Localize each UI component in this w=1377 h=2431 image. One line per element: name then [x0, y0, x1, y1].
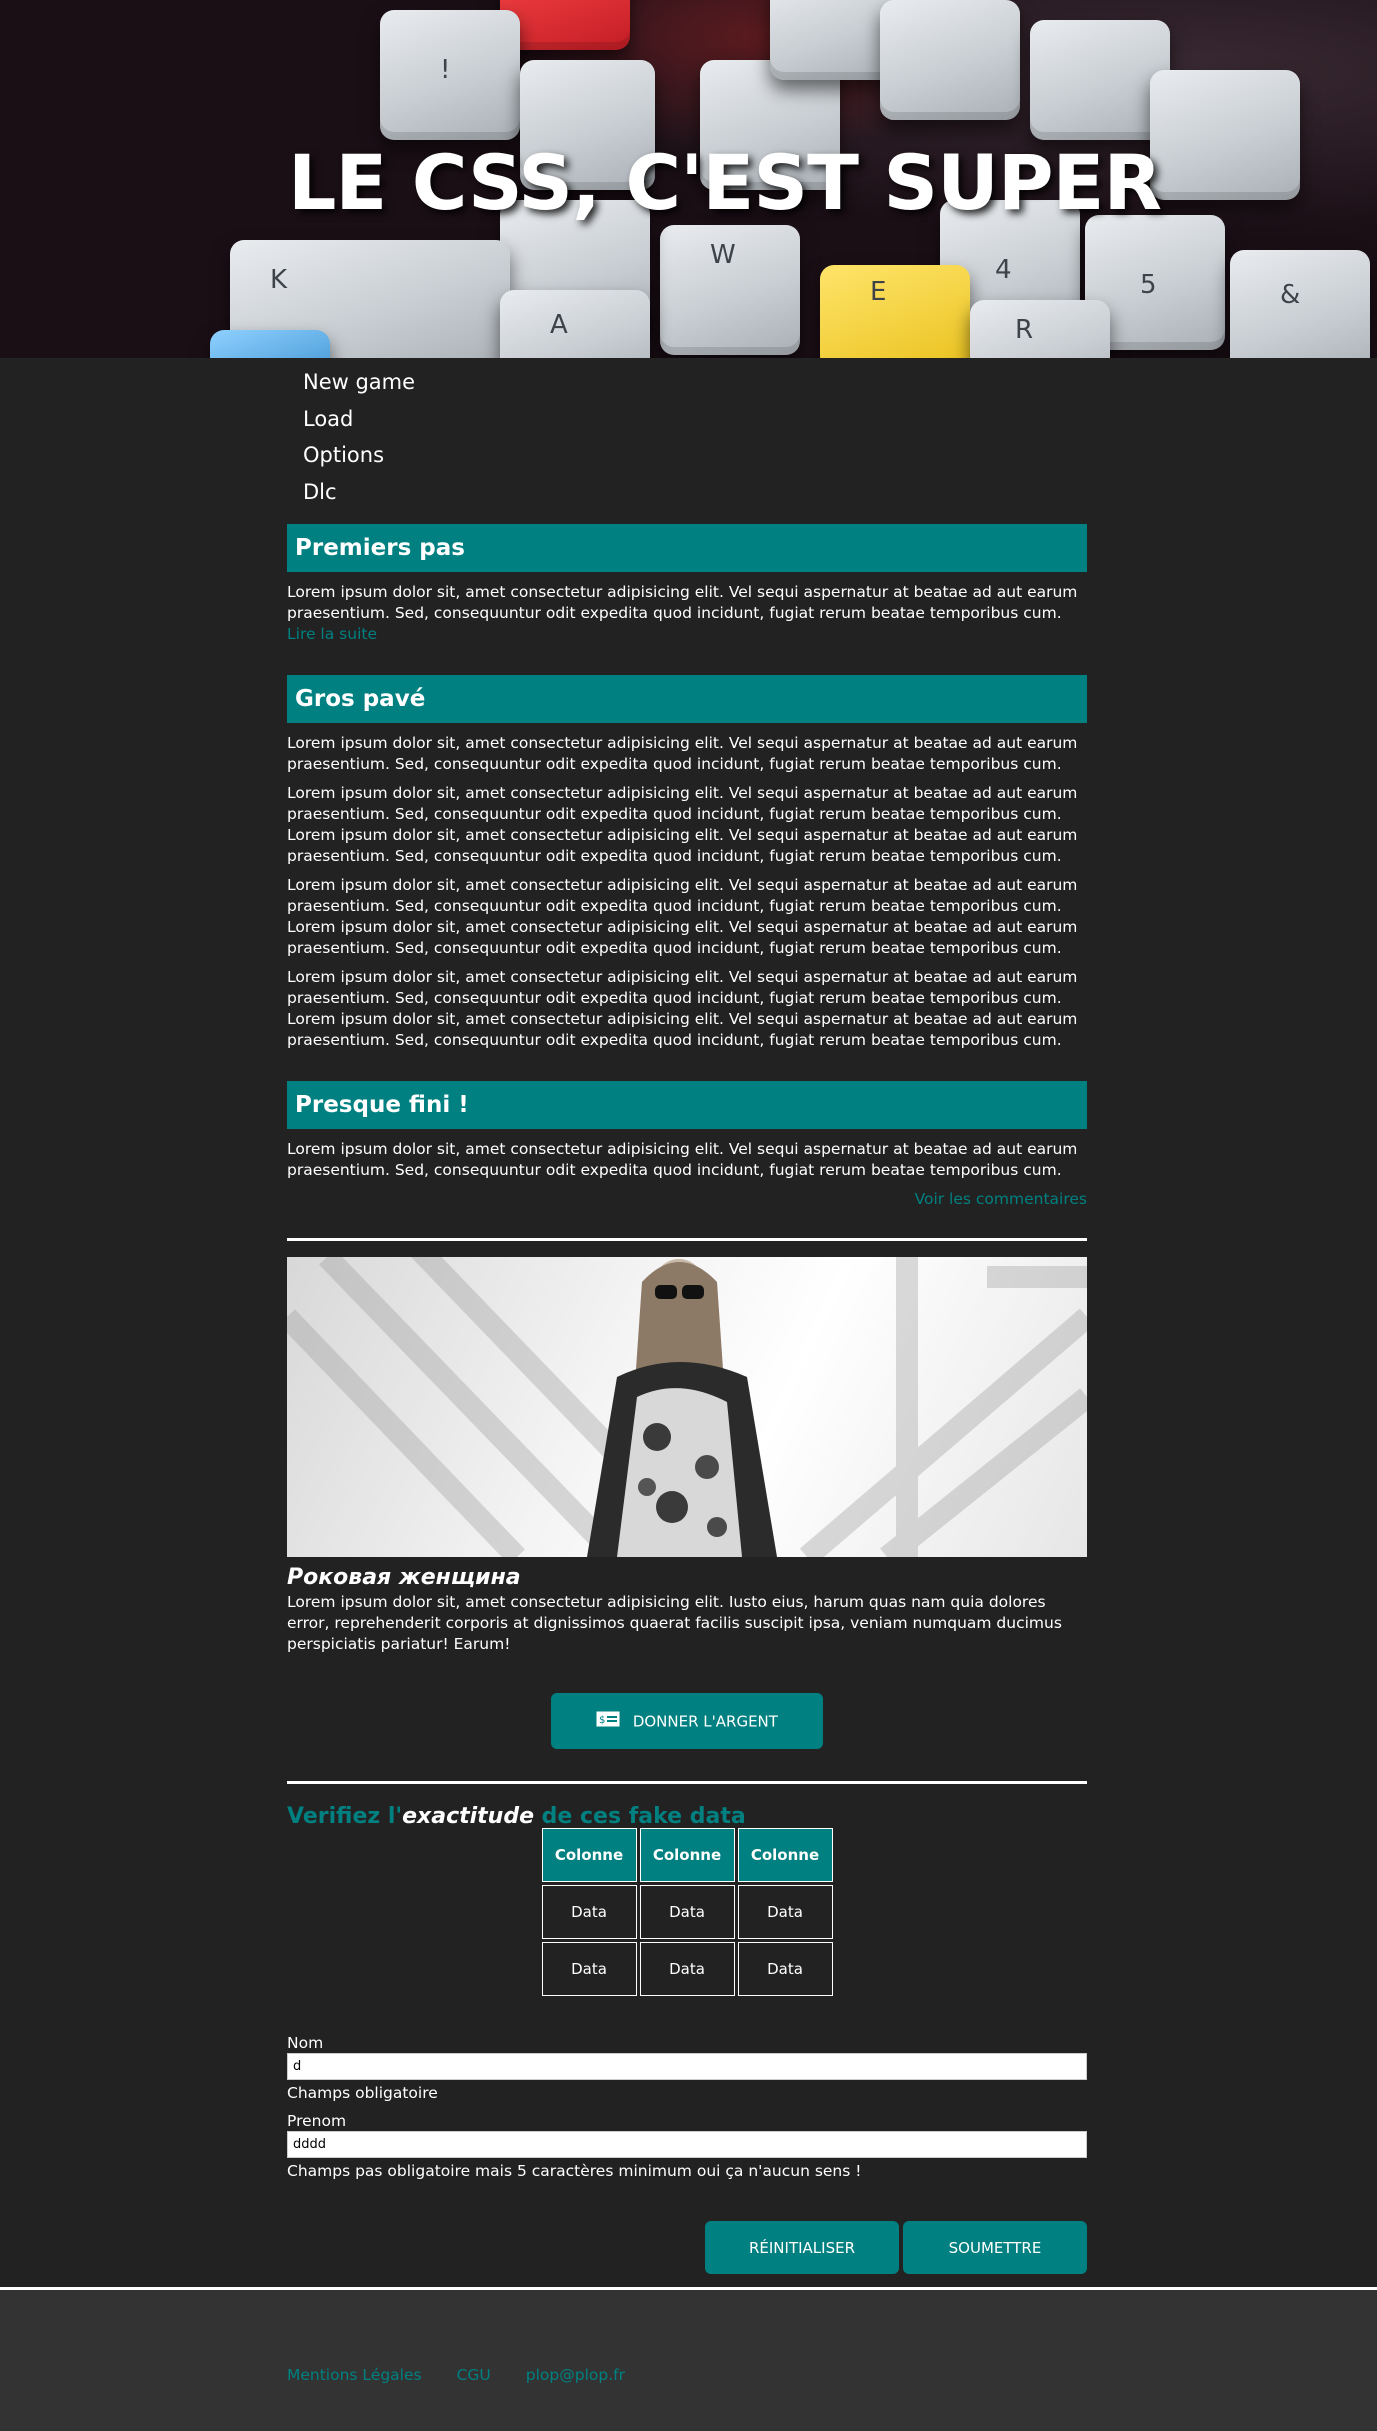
read-more-link[interactable]: Lire la suite [287, 625, 377, 643]
footer-link-email[interactable]: plop@plop.fr [526, 2366, 625, 2384]
data-table: Colonne Colonne Colonne Data Data Data D… [539, 1825, 836, 1999]
section-premiers-pas: Premiers pas Lorem ipsum dolor sit, amet… [287, 524, 1087, 645]
nom-input[interactable] [287, 2053, 1087, 2080]
menu-item-options[interactable]: Options [303, 437, 1087, 474]
footer-link-cgu[interactable]: CGU [457, 2366, 491, 2384]
form-buttons: RÉINITIALISER SOUMETTRE [287, 2221, 1087, 2274]
table-title-part: Verifiez l' [287, 1804, 403, 1829]
contact-form: Nom Champs obligatoire Prenom Champs pas… [287, 2033, 1087, 2274]
keyboard-key [1030, 20, 1170, 140]
keyboard-key: R [970, 300, 1110, 358]
keyboard-key: A [500, 290, 650, 358]
main-menu: New game Load Options Dlc [287, 358, 1087, 510]
table-header-row: Colonne Colonne Colonne [541, 1828, 833, 1882]
table-title: Verifiez l'exactitude de ces fake data [287, 1804, 1087, 1829]
table-header-cell: Colonne [541, 1828, 637, 1882]
section-title: Gros pavé [287, 675, 1087, 723]
figure-caption: Роковая женщина Lorem ipsum dolor sit, a… [287, 1565, 1087, 1655]
keyboard-key [880, 0, 1020, 120]
prenom-help: Champs pas obligatoire mais 5 caractères… [287, 2162, 862, 2180]
svg-text:$: $ [599, 1715, 605, 1726]
table-title-emphasis: exactitude [402, 1804, 535, 1829]
keyboard-key [1150, 70, 1300, 200]
money-bill-icon: $ [596, 1694, 620, 1750]
figure-text: Lorem ipsum dolor sit, amet consectetur … [287, 1593, 1062, 1653]
table-section: Verifiez l'exactitude de ces fake data C… [287, 1804, 1087, 1999]
menu-item-new-game[interactable]: New game [303, 364, 1087, 401]
section-paragraph: Lorem ipsum dolor sit, amet consectetur … [287, 734, 1078, 773]
donate-button[interactable]: $ DONNER L'ARGENT [551, 1693, 823, 1749]
hero-banner: ! 4 5 & W E K A R LE CSS, C'EST SUPER [0, 0, 1377, 358]
table-cell: Data [737, 1942, 833, 1996]
section-gros-pave: Gros pavé Lorem ipsum dolor sit, amet co… [287, 675, 1087, 1051]
table-header-cell: Colonne [639, 1828, 735, 1882]
fashion-photo [287, 1257, 1087, 1557]
section-title: Premiers pas [287, 524, 1087, 572]
section-paragraph: Lorem ipsum dolor sit, amet consectetur … [287, 582, 1087, 645]
page-title: LE CSS, C'EST SUPER [288, 138, 1162, 227]
nom-label: Nom [287, 2034, 324, 2052]
reset-button[interactable]: RÉINITIALISER [705, 2221, 899, 2274]
table-cell: Data [737, 1885, 833, 1939]
section-paragraph: Lorem ipsum dolor sit, amet consectetur … [287, 1140, 1078, 1179]
table-cell: Data [541, 1942, 637, 1996]
site-footer: Mentions Légales CGU plop@plop.fr [0, 2287, 1377, 2431]
divider [287, 1238, 1087, 1241]
table-row: Data Data Data [541, 1942, 833, 1996]
prenom-label: Prenom [287, 2112, 347, 2130]
table-title-part: de ces fake data [534, 1804, 746, 1829]
table-cell: Data [541, 1885, 637, 1939]
keyboard-key [210, 330, 330, 358]
featured-figure: Роковая женщина Lorem ipsum dolor sit, a… [287, 1257, 1087, 1655]
donate-label: DONNER L'ARGENT [632, 1712, 778, 1731]
keyboard-key: E [820, 265, 970, 358]
section-title: Presque fini ! [287, 1081, 1087, 1129]
prenom-input[interactable] [287, 2131, 1087, 2158]
keyboard-key: & [1230, 250, 1370, 358]
view-comments-link[interactable]: Voir les commentaires [915, 1190, 1087, 1208]
footer-link-legal[interactable]: Mentions Légales [287, 2366, 422, 2384]
footer-links: Mentions Légales CGU plop@plop.fr [287, 2366, 625, 2384]
keyboard-key: W [660, 225, 800, 355]
nom-help: Champs obligatoire [287, 2084, 438, 2102]
section-presque-fini: Presque fini ! Lorem ipsum dolor sit, am… [287, 1081, 1087, 1210]
figure-title: Роковая женщина [287, 1565, 521, 1590]
menu-item-load[interactable]: Load [303, 401, 1087, 438]
keyboard-key: ! [380, 10, 520, 140]
section-paragraph: Lorem ipsum dolor sit, amet consectetur … [287, 784, 1078, 865]
table-cell: Data [639, 1885, 735, 1939]
section-paragraph: Lorem ipsum dolor sit, amet consectetur … [287, 968, 1078, 1049]
section-paragraph: Lorem ipsum dolor sit, amet consectetur … [287, 876, 1078, 957]
table-header-cell: Colonne [737, 1828, 833, 1882]
divider [287, 1781, 1087, 1784]
menu-item-dlc[interactable]: Dlc [303, 474, 1087, 511]
photo-illustration [287, 1257, 1087, 1557]
table-row: Data Data Data [541, 1885, 833, 1939]
submit-button[interactable]: SOUMETTRE [903, 2221, 1087, 2274]
paragraph-text: Lorem ipsum dolor sit, amet consectetur … [287, 583, 1078, 622]
comments-row: Voir les commentaires [287, 1189, 1087, 1210]
table-cell: Data [639, 1942, 735, 1996]
donate-row: $ DONNER L'ARGENT [287, 1693, 1087, 1749]
